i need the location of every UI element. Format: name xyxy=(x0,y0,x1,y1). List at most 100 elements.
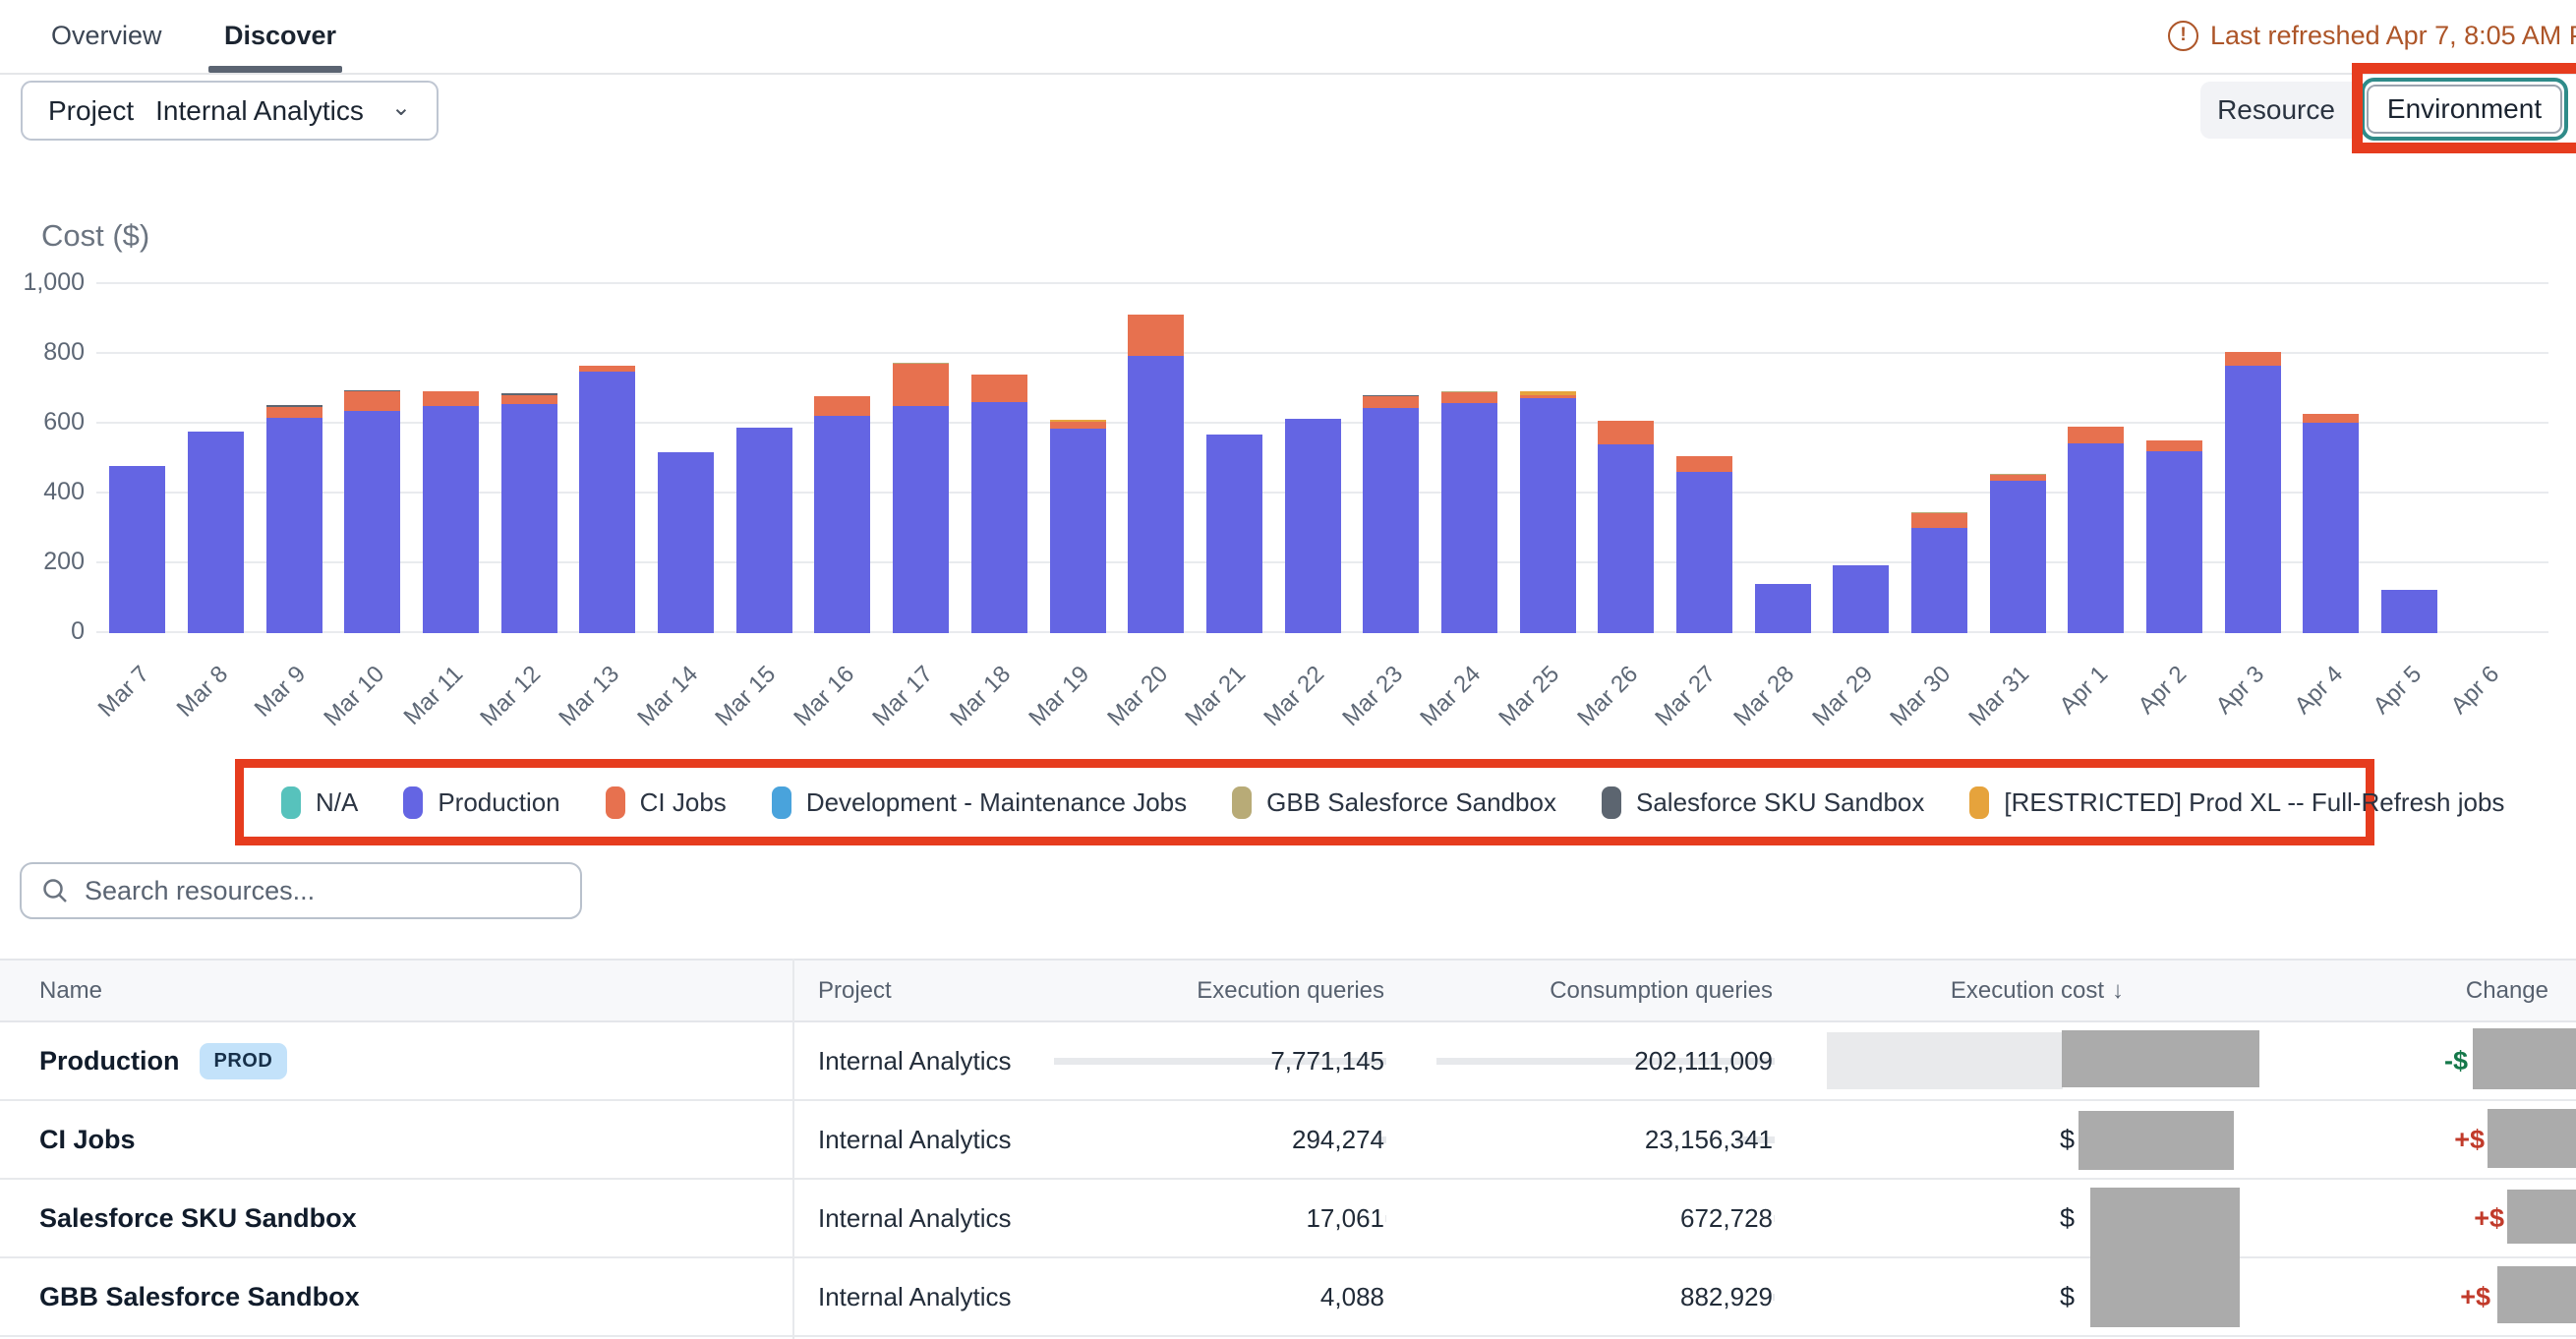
bar-segment xyxy=(1441,392,1497,403)
stacked-bar-mar-19[interactable] xyxy=(1050,420,1106,633)
bar-segment xyxy=(109,466,165,633)
stacked-bar-mar-9[interactable] xyxy=(266,405,322,633)
tab-discover[interactable]: Discover xyxy=(224,0,336,71)
bar-segment xyxy=(423,406,479,633)
resource-toggle-button[interactable]: Resource xyxy=(2200,82,2352,139)
legend-item[interactable]: GBB Salesforce Sandbox xyxy=(1232,786,1556,819)
column-header-execution-queries[interactable]: Execution queries xyxy=(1072,977,1391,1005)
stacked-bar-mar-31[interactable] xyxy=(1990,474,2046,633)
stacked-bar-mar-23[interactable] xyxy=(1363,395,1419,633)
change-sign: +$ xyxy=(2454,1125,2485,1155)
stacked-bar-apr-5[interactable] xyxy=(2381,590,2437,633)
bar-segment xyxy=(1676,472,1732,633)
bar-segment xyxy=(971,375,1027,402)
resource-name-cell: GBB Salesforce Sandbox xyxy=(0,1282,792,1312)
bar-segment xyxy=(1598,444,1654,633)
consumption-queries-cell: 23,156,341 xyxy=(1391,1125,1780,1155)
bar-segment xyxy=(2068,427,2124,443)
stacked-bar-mar-18[interactable] xyxy=(971,375,1027,633)
stacked-bar-mar-10[interactable] xyxy=(344,390,400,633)
resource-name-cell: ProductionPROD xyxy=(0,1043,792,1079)
execution-queries-cell: 7,771,145 xyxy=(1072,1046,1391,1077)
stacked-bar-mar-24[interactable] xyxy=(1441,391,1497,633)
column-header-label: Execution cost xyxy=(1951,977,2104,1005)
bar-segment xyxy=(423,391,479,406)
legend-item[interactable]: Production xyxy=(403,786,559,819)
search-icon xyxy=(41,877,69,904)
bar-segment xyxy=(501,395,557,404)
column-header-change[interactable]: Change xyxy=(2153,977,2576,1005)
legend-item[interactable]: Salesforce SKU Sandbox xyxy=(1602,786,1924,819)
legend-item[interactable]: N/A xyxy=(281,786,358,819)
stacked-bar-apr-2[interactable] xyxy=(2146,440,2202,633)
bar-segment xyxy=(188,432,244,633)
redacted-value-mask xyxy=(2090,1188,2240,1327)
last-refreshed-status: ! Last refreshed Apr 7, 8:05 AM PDT xyxy=(2168,0,2576,71)
stacked-bar-apr-4[interactable] xyxy=(2303,414,2359,633)
value-text: 294,274 xyxy=(1292,1125,1384,1155)
stacked-bar-apr-1[interactable] xyxy=(2068,427,2124,633)
column-header-project[interactable]: Project xyxy=(792,977,1072,1005)
bar-segment xyxy=(1990,481,2046,633)
stacked-bar-mar-27[interactable] xyxy=(1676,456,1732,633)
stacked-bar-mar-21[interactable] xyxy=(1206,435,1262,633)
warning-icon: ! xyxy=(2168,21,2198,51)
chart-bars xyxy=(0,283,2576,633)
stacked-bar-mar-30[interactable] xyxy=(1911,512,1967,633)
cost-currency-prefix: $ xyxy=(2060,1203,2075,1234)
bar-segment xyxy=(579,372,635,633)
stacked-bar-mar-28[interactable] xyxy=(1755,584,1811,633)
legend-swatch xyxy=(281,786,301,819)
value-magnitude-bar xyxy=(1385,1215,1386,1222)
tab-overview[interactable]: Overview xyxy=(51,0,162,71)
stacked-bar-mar-7[interactable] xyxy=(109,466,165,633)
column-header-consumption-queries[interactable]: Consumption queries xyxy=(1391,977,1780,1005)
value-text: 672,728 xyxy=(1680,1203,1773,1234)
bar-segment xyxy=(814,396,870,416)
legend-item[interactable]: Development - Maintenance Jobs xyxy=(772,786,1187,819)
column-header-label: Name xyxy=(39,977,102,1005)
column-header-name[interactable]: Name xyxy=(0,977,792,1005)
legend-swatch xyxy=(403,786,423,819)
stacked-bar-mar-14[interactable] xyxy=(658,452,714,633)
consumption-queries-cell: 672,728 xyxy=(1391,1203,1780,1234)
column-header-label: Project xyxy=(818,977,892,1005)
stacked-bar-mar-11[interactable] xyxy=(423,391,479,633)
prod-badge: PROD xyxy=(200,1043,288,1079)
value-text: 17,061 xyxy=(1306,1203,1384,1234)
stacked-bar-mar-15[interactable] xyxy=(736,428,792,633)
legend-item[interactable]: [RESTRICTED] Prod XL -- Full-Refresh job… xyxy=(1969,786,2504,819)
search-input[interactable]: Search resources... xyxy=(20,862,582,919)
legend-label: [RESTRICTED] Prod XL -- Full-Refresh job… xyxy=(2004,787,2504,818)
stacked-bar-mar-26[interactable] xyxy=(1598,421,1654,633)
stacked-bar-mar-20[interactable] xyxy=(1128,315,1184,633)
legend-swatch xyxy=(1232,786,1252,819)
stacked-bar-mar-17[interactable] xyxy=(893,363,949,633)
bar-segment xyxy=(1363,396,1419,408)
redacted-value-mask xyxy=(2488,1109,2576,1168)
legend-item[interactable]: CI Jobs xyxy=(606,786,727,819)
bar-segment xyxy=(1285,419,1341,633)
execution-queries-cell: 17,061 xyxy=(1072,1203,1391,1234)
active-tab-underline xyxy=(208,66,342,73)
stacked-bar-apr-3[interactable] xyxy=(2225,352,2281,633)
environment-annotation-box xyxy=(2352,63,2576,153)
bar-segment xyxy=(1206,435,1262,633)
stacked-bar-mar-12[interactable] xyxy=(501,393,557,633)
resource-name-cell: CI Jobs xyxy=(0,1125,792,1155)
bar-segment xyxy=(1050,422,1106,429)
stacked-bar-mar-8[interactable] xyxy=(188,432,244,633)
stacked-bar-mar-25[interactable] xyxy=(1520,391,1576,633)
stacked-bar-mar-22[interactable] xyxy=(1285,419,1341,633)
value-magnitude-bar xyxy=(1774,1215,1775,1222)
stacked-bar-mar-29[interactable] xyxy=(1833,565,1889,633)
stacked-bar-mar-16[interactable] xyxy=(814,396,870,633)
bar-segment xyxy=(1676,456,1732,472)
column-header-execution-cost[interactable]: Execution cost↓ xyxy=(1780,977,2153,1005)
bar-segment xyxy=(893,364,949,406)
project-filter-dropdown[interactable]: Project Internal Analytics ⌄ xyxy=(21,81,439,141)
stacked-bar-mar-13[interactable] xyxy=(579,366,635,633)
consumption-queries-cell: 202,111,009 xyxy=(1391,1046,1780,1077)
bar-segment xyxy=(971,402,1027,633)
bar-segment xyxy=(1441,403,1497,633)
